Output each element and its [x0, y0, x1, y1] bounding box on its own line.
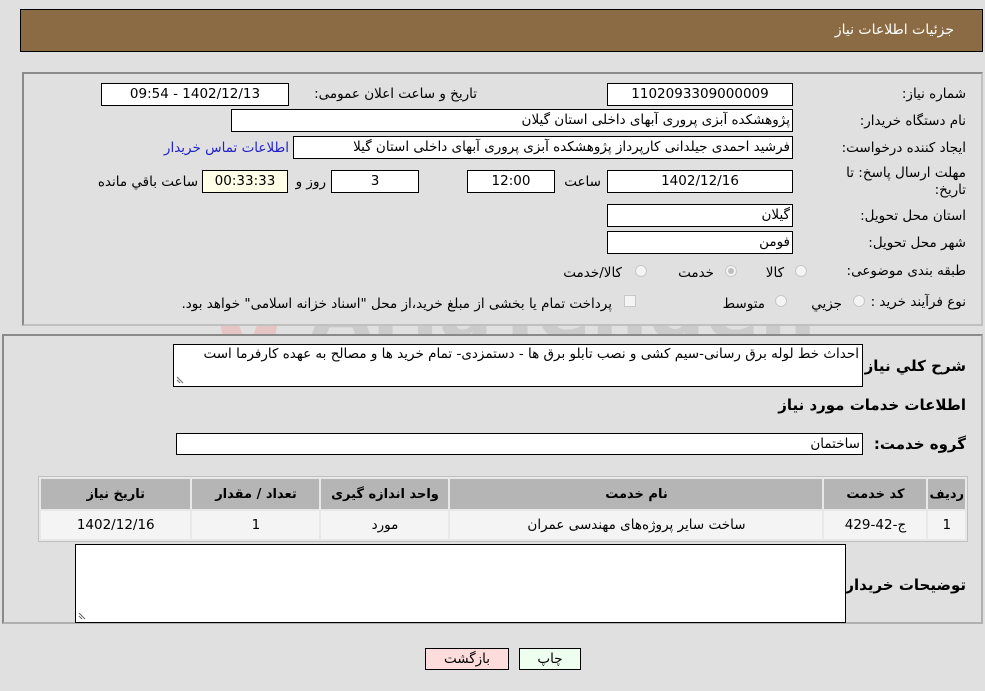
- treasury-note: پرداخت تمام یا بخشی از مبلغ خرید،از محل …: [181, 296, 612, 312]
- service-group-label: گروه خدمت:: [873, 435, 966, 453]
- announce-datetime-field[interactable]: 1402/12/13 - 09:54: [101, 83, 289, 106]
- category-radio-goods[interactable]: [795, 265, 807, 277]
- cell-need-date: 1402/12/16: [41, 511, 191, 539]
- need-number-field[interactable]: 1102093309000009: [607, 83, 793, 106]
- back-button[interactable]: بازگشت: [425, 648, 509, 670]
- deadline-time-field[interactable]: 12:00: [467, 170, 555, 193]
- treasury-checkbox[interactable]: [624, 295, 636, 307]
- cell-quantity: 1: [192, 511, 320, 539]
- description-text: احداث خط لوله برق رسانی-سیم کشی و نصب تا…: [203, 346, 859, 362]
- cell-service-name: ساخت سایر پروژه‌های مهندسی عمران: [450, 511, 823, 539]
- deadline-time-label: ساعت: [564, 174, 601, 190]
- deadline-label: مهلت ارسال پاسخ: تا تاریخ:: [846, 165, 966, 198]
- days-label: روز و: [295, 174, 326, 190]
- purchase-radio-medium[interactable]: [775, 295, 787, 307]
- col-quantity: تعداد / مقدار: [192, 479, 320, 509]
- announce-datetime-label: تاریخ و ساعت اعلان عمومی:: [314, 86, 477, 102]
- cell-service-code: ج-42-429: [824, 511, 927, 539]
- col-unit: واحد اندازه گيری: [321, 479, 449, 509]
- city-field[interactable]: فومن: [607, 231, 793, 254]
- description-textarea[interactable]: احداث خط لوله برق رسانی-سیم کشی و نصب تا…: [173, 344, 863, 387]
- province-label: استان محل تحویل:: [860, 208, 966, 224]
- purchase-option-minor: جزيي: [811, 296, 842, 312]
- col-row-number: رديف: [928, 479, 965, 509]
- requester-label: ایجاد کننده درخواست:: [841, 140, 966, 156]
- category-option-goods-service: کالا/خدمت: [563, 265, 622, 281]
- resize-grip-icon[interactable]: [78, 612, 86, 620]
- deadline-date-field[interactable]: 1402/12/16: [607, 170, 793, 193]
- province-field[interactable]: گیلان: [607, 204, 793, 227]
- purchase-type-label: نوع فرآیند خرید :: [870, 294, 966, 310]
- page-title: جزئیات اطلاعات نیاز: [834, 22, 954, 38]
- cell-unit: مورد: [321, 511, 449, 539]
- days-remaining-field[interactable]: 3: [331, 170, 419, 193]
- resize-grip-icon[interactable]: [176, 376, 184, 384]
- services-table: رديف کد خدمت نام خدمت واحد اندازه گيری ت…: [38, 476, 968, 542]
- page-header: جزئیات اطلاعات نیاز: [20, 9, 983, 52]
- time-remaining-field: 00:33:33: [202, 170, 288, 193]
- service-group-field[interactable]: ساختمان: [176, 433, 863, 455]
- category-option-service: خدمت: [678, 265, 714, 281]
- purchase-radio-minor[interactable]: [853, 295, 865, 307]
- buyer-contact-link[interactable]: اطلاعات تماس خریدار: [164, 140, 289, 156]
- category-radio-goods-service[interactable]: [635, 265, 647, 277]
- city-label: شهر محل تحویل:: [868, 235, 966, 251]
- col-service-code: کد خدمت: [824, 479, 927, 509]
- time-remaining-label: ساعت باقي مانده: [97, 174, 198, 190]
- col-need-date: تاريخ نياز: [41, 479, 191, 509]
- cell-row-number: 1: [928, 511, 965, 539]
- print-button[interactable]: چاپ: [519, 648, 581, 670]
- services-section-title: اطلاعات خدمات مورد نياز: [778, 396, 966, 414]
- category-radio-service[interactable]: [725, 265, 737, 277]
- buyer-notes-label: توضيحات خريدار:: [839, 576, 966, 594]
- buyer-org-label: نام دستگاه خریدار:: [859, 113, 966, 129]
- category-option-goods: کالا: [765, 265, 784, 281]
- need-number-label: شماره نیاز:: [901, 86, 966, 102]
- requester-field[interactable]: فرشید احمدی جیلدانی کارپرداز پژوهشکده آب…: [293, 136, 793, 159]
- purchase-option-medium: متوسط: [722, 296, 765, 312]
- category-label: طبقه بندی موضوعی:: [846, 263, 966, 279]
- table-header-row: رديف کد خدمت نام خدمت واحد اندازه گيری ت…: [41, 479, 965, 509]
- col-service-name: نام خدمت: [450, 479, 823, 509]
- table-row: 1 ج-42-429 ساخت سایر پروژه‌های مهندسی عم…: [41, 511, 965, 539]
- buyer-org-field[interactable]: پژوهشکده آبزی پروری آبهای داخلی استان گی…: [231, 109, 793, 132]
- description-label: شرح کلي نياز:: [858, 357, 966, 375]
- buyer-notes-textarea[interactable]: [75, 544, 846, 623]
